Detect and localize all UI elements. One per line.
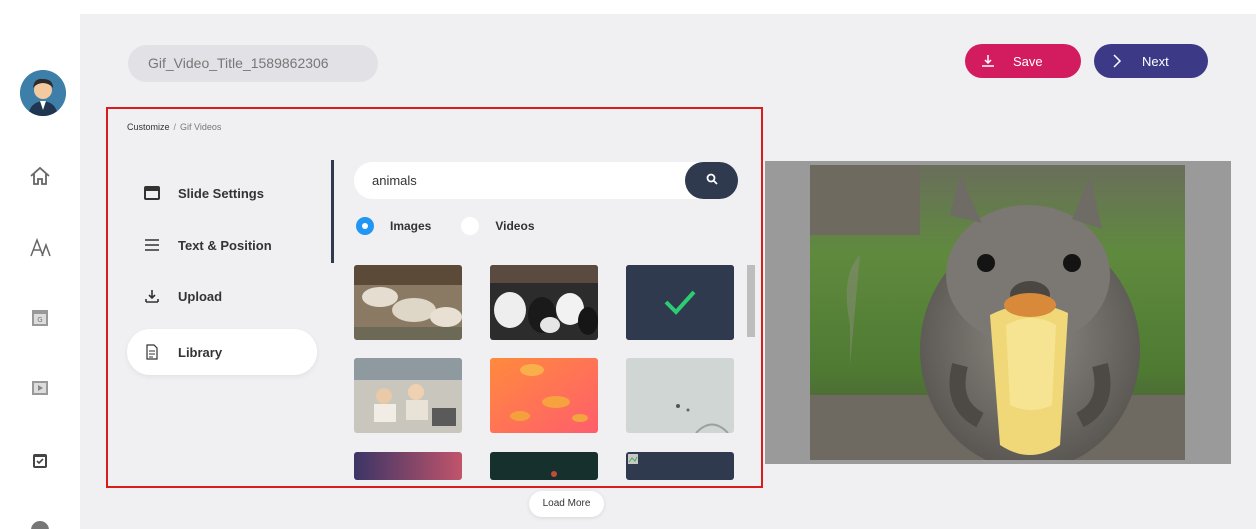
menu-item-label: Text & Position xyxy=(178,237,272,253)
document-icon xyxy=(144,344,160,360)
gif-icon[interactable]: G xyxy=(28,306,52,330)
library-thumb-jellyfish[interactable] xyxy=(490,358,598,433)
chevron-right-icon xyxy=(1108,52,1126,70)
upload-icon xyxy=(144,288,160,304)
radio-videos-label: Videos xyxy=(495,219,535,233)
font-icon[interactable] xyxy=(28,236,52,260)
library-thumb-night[interactable] xyxy=(354,452,462,480)
avatar[interactable] xyxy=(20,70,66,116)
menu-item-label: Slide Settings xyxy=(178,185,264,201)
breadcrumb: Customize / Gif Videos xyxy=(127,122,221,132)
library-thumb-sheep[interactable] xyxy=(354,265,462,340)
library-scrollbar[interactable] xyxy=(747,265,755,337)
library-thumb-sky[interactable] xyxy=(626,358,734,433)
radio-images-label: Images xyxy=(390,219,432,233)
library-thumb-broken[interactable] xyxy=(626,452,734,480)
radio-videos[interactable] xyxy=(461,217,480,235)
search-icon xyxy=(706,172,718,190)
breadcrumb-root[interactable]: Customize xyxy=(127,122,170,132)
save-button[interactable]: Save xyxy=(965,44,1081,78)
next-button[interactable]: Next xyxy=(1094,44,1208,78)
search-button[interactable] xyxy=(685,162,738,199)
video-icon[interactable] xyxy=(28,376,52,400)
menu-item-library[interactable]: Library xyxy=(127,329,317,375)
next-label: Next xyxy=(1142,53,1169,69)
menu-item-label: Library xyxy=(178,344,223,360)
download-icon xyxy=(979,52,997,70)
media-type-selector: Images Videos xyxy=(356,217,535,235)
help-icon[interactable] xyxy=(28,518,52,529)
calendar-check-icon[interactable] xyxy=(28,448,52,472)
load-more-button[interactable]: Load More xyxy=(529,491,604,517)
panel-divider xyxy=(331,160,334,263)
project-title[interactable]: Gif_Video_Title_1589862306 xyxy=(128,45,378,82)
save-label: Save xyxy=(1013,53,1043,69)
preview-image xyxy=(810,165,1185,460)
sidebar: G xyxy=(0,14,80,529)
menu-item-upload[interactable]: Upload xyxy=(127,273,317,319)
menu-item-text-position[interactable]: Text & Position xyxy=(127,222,317,268)
library-thumb-cows[interactable] xyxy=(490,265,598,340)
radio-images[interactable] xyxy=(356,217,374,235)
breadcrumb-current: Gif Videos xyxy=(180,122,222,132)
search-box xyxy=(354,162,738,199)
library-thumb-dark[interactable] xyxy=(490,452,598,480)
slide-preview xyxy=(765,161,1231,464)
home-icon[interactable] xyxy=(28,164,52,188)
breadcrumb-separator: / xyxy=(173,122,177,132)
lines-icon xyxy=(144,237,160,253)
menu-item-slide-settings[interactable]: Slide Settings xyxy=(127,170,317,216)
slide-icon xyxy=(144,185,160,201)
top-bar xyxy=(0,0,1256,14)
svg-text:G: G xyxy=(37,316,42,324)
menu-item-label: Upload xyxy=(178,288,223,304)
library-thumb-kids[interactable] xyxy=(354,358,462,433)
library-thumb-selected[interactable] xyxy=(626,265,734,340)
search-input[interactable] xyxy=(372,162,672,199)
